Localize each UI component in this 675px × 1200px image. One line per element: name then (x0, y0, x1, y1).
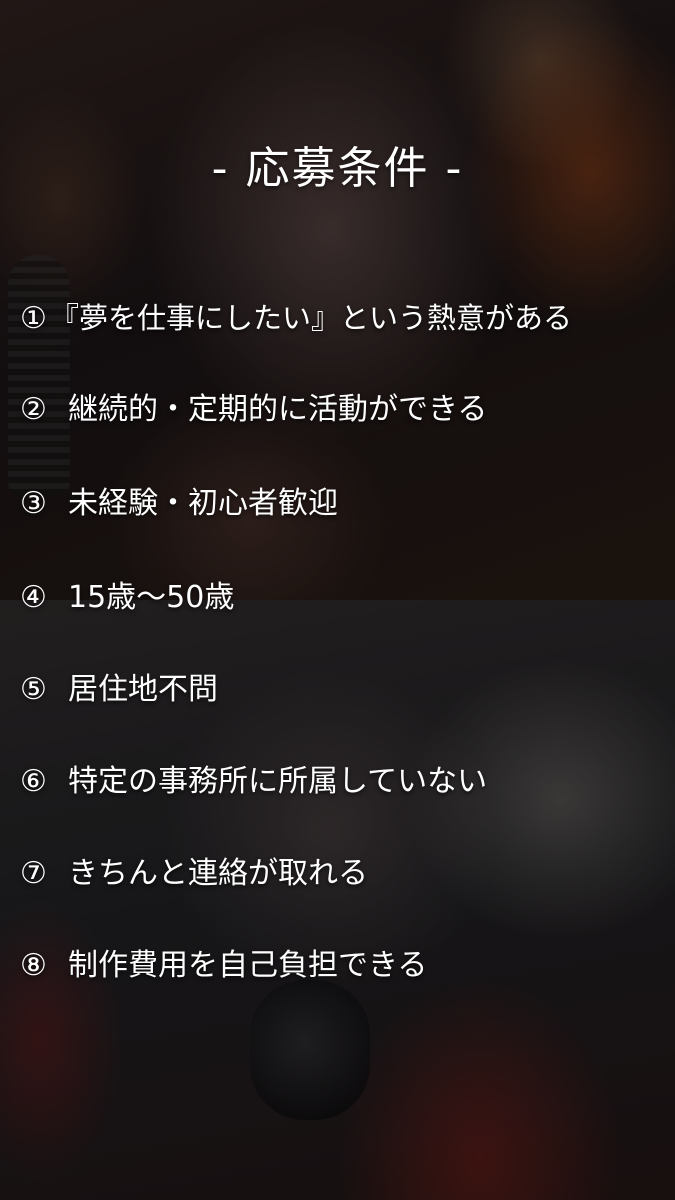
condition-item: ④ 15歳～50歳 (20, 576, 234, 620)
condition-text: 居住地不問 (68, 672, 218, 707)
condition-number: ① (20, 301, 47, 336)
condition-item: ⑦ きちんと連絡が取れる (20, 852, 368, 896)
condition-item: ② 継続的・定期的に活動ができる (20, 388, 487, 432)
condition-item: ③ 未経験・初心者歓迎 (20, 482, 338, 526)
condition-item: ⑤ 居住地不問 (20, 668, 218, 712)
condition-item: ⑧ 制作費用を自己負担できる (20, 944, 427, 988)
condition-text: 特定の事務所に所属していない (68, 764, 488, 799)
condition-item: ① 『夢を仕事にしたい』という熱意がある (20, 296, 572, 340)
page-title: - 応募条件 - (211, 143, 464, 194)
condition-number: ⑦ (20, 856, 47, 891)
condition-number: ⑧ (20, 948, 47, 983)
condition-text: 未経験・初心者歓迎 (68, 486, 338, 521)
condition-item: ⑥ 特定の事務所に所属していない (20, 760, 487, 804)
condition-number: ⑥ (20, 764, 47, 799)
condition-number: ⑤ (20, 672, 47, 707)
condition-text: 『夢を仕事にしたい』という熱意がある (50, 301, 573, 335)
condition-number: ④ (20, 580, 47, 615)
condition-number: ③ (20, 486, 47, 521)
condition-text: きちんと連絡が取れる (68, 856, 368, 891)
condition-text: 15歳～50歳 (68, 580, 235, 615)
condition-text: 継続的・定期的に活動ができる (68, 392, 488, 427)
condition-text: 制作費用を自己負担できる (68, 948, 428, 983)
condition-number: ② (20, 392, 47, 427)
